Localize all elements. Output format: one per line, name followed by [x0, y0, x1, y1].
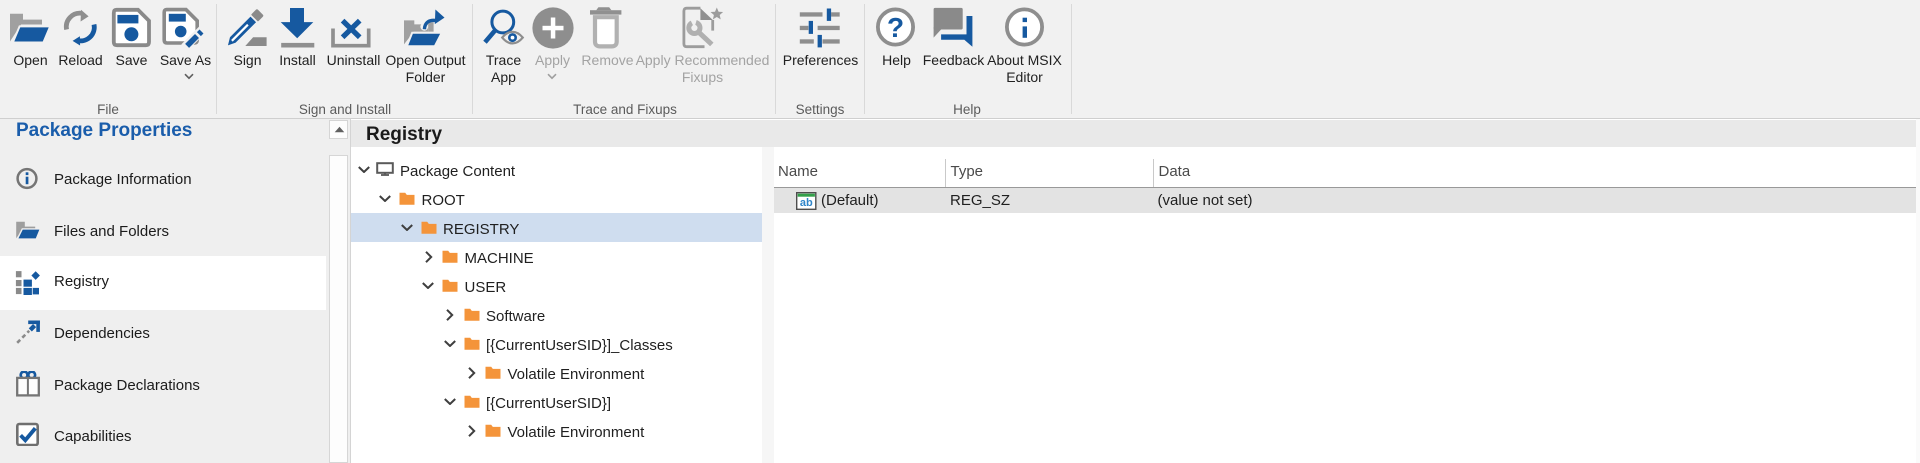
svg-text:ab: ab [799, 196, 812, 208]
svg-text:?: ? [887, 12, 904, 43]
